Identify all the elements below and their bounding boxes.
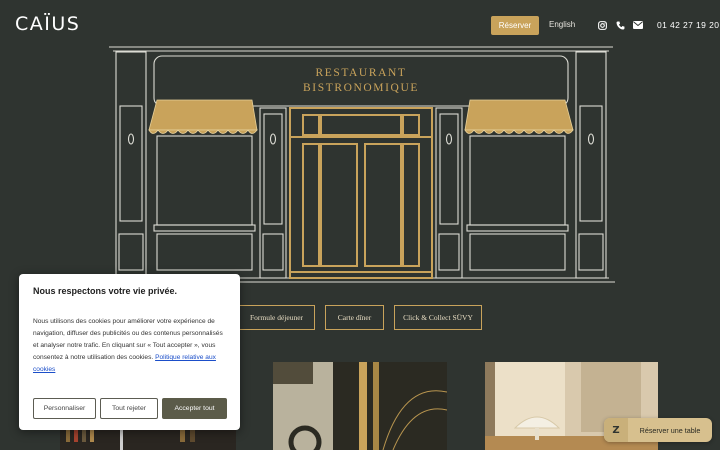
site-header: CAÏUS Réserver English 01 42 27 19 20 <box>0 0 720 50</box>
instagram-icon[interactable] <box>597 20 607 30</box>
accept-all-button[interactable]: Accepter tout <box>162 398 227 419</box>
sign-line-2: BISTRONOMIQUE <box>303 82 419 94</box>
phone-number[interactable]: 01 42 27 19 20 <box>657 20 719 30</box>
phone-icon[interactable] <box>615 20 625 30</box>
lunch-menu-button[interactable]: Formule déjeuner <box>238 305 315 330</box>
cookie-consent-dialog: Nous respectons votre vie privée. Nous u… <box>19 274 240 430</box>
dinner-menu-button[interactable]: Carte dîner <box>325 305 384 330</box>
language-switch[interactable]: English <box>549 20 575 29</box>
customize-cookies-button[interactable]: Personnaliser <box>33 398 96 419</box>
central-doors <box>289 107 433 279</box>
click-collect-button[interactable]: Click & Collect SÜVY <box>394 305 482 330</box>
zenchef-icon: Z <box>604 418 628 442</box>
reserve-button[interactable]: Réserver <box>491 16 539 35</box>
left-awning <box>148 99 258 134</box>
photo-interior-floor <box>273 362 447 450</box>
logo[interactable]: CAÏUS <box>15 13 80 35</box>
reject-all-button[interactable]: Tout rejeter <box>100 398 158 419</box>
book-table-label: Réserver une table <box>639 425 701 435</box>
restaurant-facade-illustration: RESTAURANT BISTRONOMIQUE <box>107 44 615 288</box>
cookie-description: Nous utilisons des cookies pour améliore… <box>33 316 229 376</box>
cookie-title: Nous respectons votre vie privée. <box>33 286 178 296</box>
sign-line-1: RESTAURANT <box>315 67 406 79</box>
book-table-widget[interactable]: Z Réserver une table <box>604 418 712 442</box>
mail-icon[interactable] <box>633 20 643 30</box>
right-awning <box>464 99 574 134</box>
